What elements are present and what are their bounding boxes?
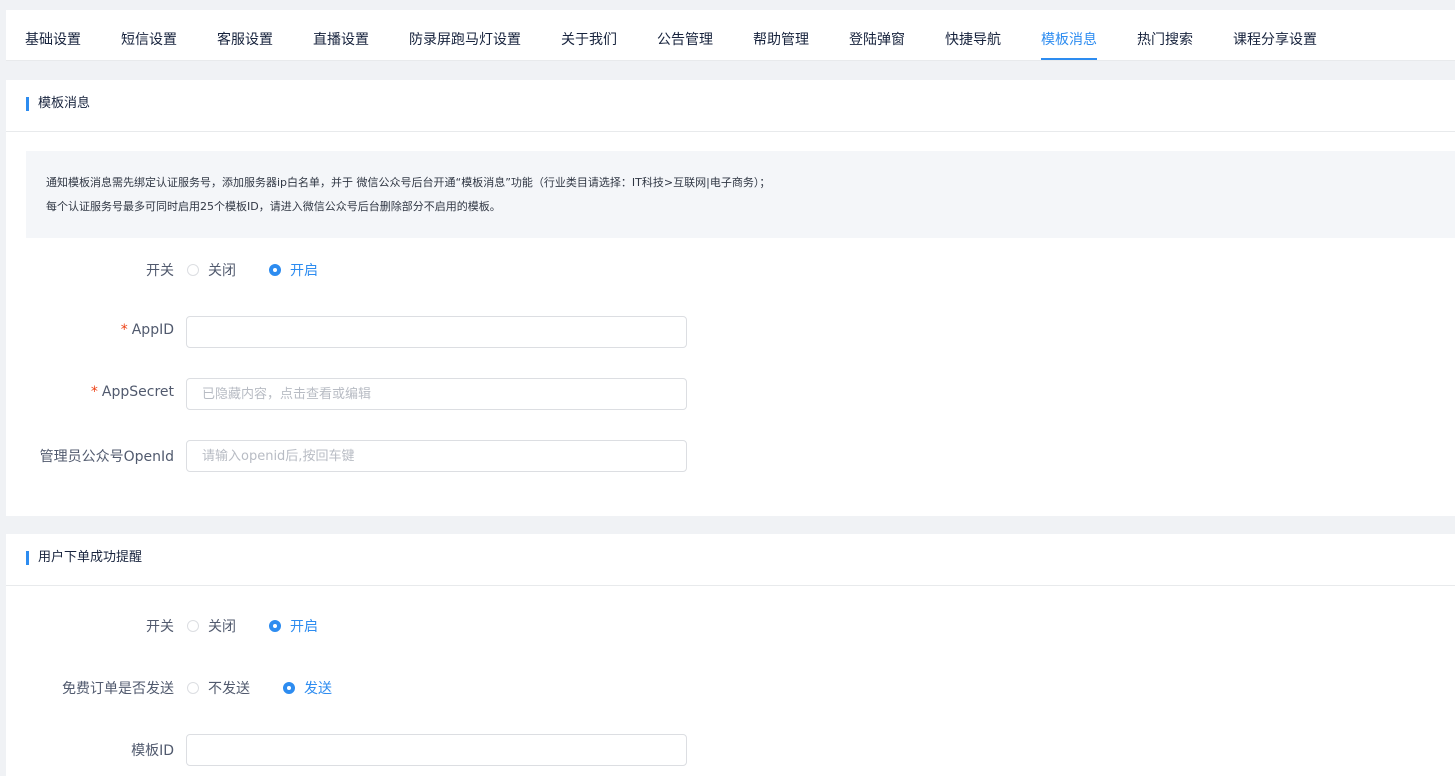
tab-basic-settings[interactable]: 基础设置	[25, 10, 81, 60]
free-order-label: 免费订单是否发送	[62, 681, 174, 697]
tab-quick-navigation[interactable]: 快捷导航	[945, 10, 1001, 60]
notice-line: 每个认证服务号最多可同时启用25个模板ID，请进入微信公众号后台删除部分不启用的…	[46, 200, 501, 213]
appid-input[interactable]	[186, 316, 687, 348]
radio-label: 开启	[290, 263, 318, 279]
admin-openid-input[interactable]	[186, 440, 687, 472]
switch-off-radio[interactable]: 关闭	[187, 260, 236, 280]
template-id-label: 模板ID	[131, 743, 174, 759]
radio-label: 发送	[304, 681, 332, 697]
appsecret-input[interactable]	[186, 378, 687, 410]
appid-label-text: AppID	[131, 322, 174, 338]
tab-hot-search[interactable]: 热门搜索	[1137, 10, 1193, 60]
order-success-card: 用户下单成功提醒 开关 关闭 开启 免费订单是否发送 不发送 发送 模板ID	[6, 534, 1455, 776]
order-switch-on-radio[interactable]: 开启	[269, 616, 318, 636]
settings-tabs: 基础设置 短信设置 客服设置 直播设置 防录屏跑马灯设置 关于我们 公告管理 帮…	[6, 10, 1455, 61]
free-order-send-radio[interactable]: 发送	[283, 678, 332, 698]
card-title: 模板消息	[26, 97, 90, 111]
tab-sms-settings[interactable]: 短信设置	[121, 10, 177, 60]
tab-live-settings[interactable]: 直播设置	[313, 10, 369, 60]
card-title: 用户下单成功提醒	[26, 551, 142, 565]
radio-label: 开启	[290, 619, 318, 635]
radio-checked-icon	[283, 682, 295, 694]
card-header: 用户下单成功提醒	[6, 534, 1455, 586]
order-switch-off-radio[interactable]: 关闭	[187, 616, 236, 636]
radio-circle-icon	[187, 682, 199, 694]
radio-label: 关闭	[208, 619, 236, 635]
switch-on-radio[interactable]: 开启	[269, 260, 318, 280]
radio-circle-icon	[187, 620, 199, 632]
appid-label: * AppID	[121, 322, 174, 338]
radio-label: 不发送	[208, 681, 250, 697]
tab-anti-recording-marquee-settings[interactable]: 防录屏跑马灯设置	[409, 10, 521, 60]
appsecret-label-text: AppSecret	[101, 384, 174, 400]
appsecret-label: * AppSecret	[91, 384, 174, 400]
admin-openid-label: 管理员公众号OpenId	[39, 449, 174, 465]
tab-help-management[interactable]: 帮助管理	[753, 10, 809, 60]
tab-course-share-settings[interactable]: 课程分享设置	[1233, 10, 1317, 60]
required-asterisk: *	[90, 384, 98, 400]
template-message-card: 模板消息 通知模板消息需先绑定认证服务号，添加服务器ip白名单，并于 微信公众号…	[6, 80, 1455, 516]
card-header: 模板消息	[6, 80, 1455, 132]
notice-line: 通知模板消息需先绑定认证服务号，添加服务器ip白名单，并于 微信公众号后台开通“…	[46, 176, 771, 189]
tab-login-popup[interactable]: 登陆弹窗	[849, 10, 905, 60]
required-asterisk: *	[120, 322, 128, 338]
radio-circle-icon	[187, 264, 199, 276]
free-order-no-send-radio[interactable]: 不发送	[187, 678, 250, 698]
tab-customer-service-settings[interactable]: 客服设置	[217, 10, 273, 60]
template-id-input[interactable]	[186, 734, 687, 766]
radio-checked-icon	[269, 264, 281, 276]
radio-label: 关闭	[208, 263, 236, 279]
radio-checked-icon	[269, 620, 281, 632]
tab-template-message[interactable]: 模板消息	[1041, 10, 1097, 60]
notice-box: 通知模板消息需先绑定认证服务号，添加服务器ip白名单，并于 微信公众号后台开通“…	[26, 151, 1455, 238]
switch-label: 开关	[146, 619, 174, 635]
tab-announcement-management[interactable]: 公告管理	[657, 10, 713, 60]
tab-about-us[interactable]: 关于我们	[561, 10, 617, 60]
switch-label: 开关	[146, 263, 174, 279]
